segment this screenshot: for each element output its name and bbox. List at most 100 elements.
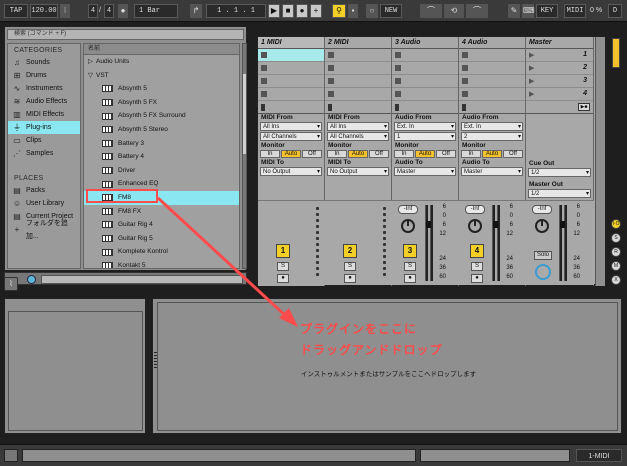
mixer-toggle-icon[interactable]: M: [611, 261, 621, 271]
stop-all-icon[interactable]: [395, 104, 399, 111]
clip-slot[interactable]: [459, 88, 525, 101]
input-channel-select[interactable]: All Channels: [327, 132, 389, 141]
volume-readout[interactable]: -Inf: [465, 205, 485, 214]
output-select[interactable]: No Output: [260, 167, 322, 176]
input-type-select[interactable]: Ext. In: [461, 122, 523, 131]
list-item[interactable]: Battery 4: [84, 150, 239, 164]
punch-out-icon[interactable]: ⌒: [466, 4, 488, 18]
output-select[interactable]: Master: [461, 167, 523, 176]
list-item[interactable]: Battery 3: [84, 137, 239, 151]
draw-mode-icon[interactable]: ✎: [508, 4, 520, 18]
monitor-in-button[interactable]: In: [394, 150, 414, 158]
crossfader-toggle-icon[interactable]: X: [611, 275, 621, 285]
category-drums[interactable]: ⊞ Drums: [8, 69, 80, 82]
arm-button[interactable]: ●: [344, 274, 356, 283]
name-column-header[interactable]: 名前: [84, 44, 239, 55]
clip-slot[interactable]: [258, 75, 324, 88]
sends-toggle-icon[interactable]: S: [611, 233, 621, 243]
play-icon[interactable]: ▶: [268, 4, 280, 18]
position-display[interactable]: 1 . 1 . 1: [206, 4, 266, 18]
overdub-icon[interactable]: +: [310, 4, 322, 18]
io-toggle-icon[interactable]: I·O: [611, 219, 621, 229]
stop-all-clips-icon[interactable]: ▶■: [578, 103, 590, 111]
meter-denominator[interactable]: 4: [104, 4, 114, 18]
quantize-select[interactable]: 1 Bar: [134, 4, 178, 18]
volume-fader[interactable]: [493, 221, 498, 228]
arm-button[interactable]: ●: [277, 274, 289, 283]
stop-all-icon[interactable]: [462, 104, 466, 111]
solo-button[interactable]: S: [471, 262, 483, 271]
monitor-auto-button[interactable]: Auto: [482, 150, 502, 158]
scene-launch[interactable]: ▶ 1: [526, 49, 593, 62]
clip-slot[interactable]: [258, 49, 324, 62]
clip-slot[interactable]: [325, 49, 391, 62]
show-hide-browser-icon[interactable]: ⌇: [4, 277, 18, 291]
category-clips[interactable]: ▭ Clips: [8, 134, 80, 147]
track-activator[interactable]: 2: [343, 244, 357, 258]
browser-search-input[interactable]: 検索 (コマンド + F): [7, 29, 244, 40]
volume-fader[interactable]: [560, 221, 565, 228]
cue-volume-knob[interactable]: [535, 264, 551, 280]
list-item[interactable]: ▽ VST: [84, 69, 239, 83]
automation-arm-icon[interactable]: ⚲: [332, 4, 346, 18]
status-toggle-icon[interactable]: [4, 449, 18, 462]
scroll-thumb[interactable]: [243, 74, 246, 154]
list-item[interactable]: Absynth 5 Stereo: [84, 123, 239, 137]
list-item[interactable]: FM8 FX: [84, 205, 239, 219]
place-user-library[interactable]: ☺ User Library: [8, 197, 80, 210]
tap-button[interactable]: TAP: [4, 4, 28, 18]
track-title[interactable]: 3 Audio: [392, 37, 458, 49]
track-activator[interactable]: 4: [470, 244, 484, 258]
input-type-select[interactable]: Ext. In: [394, 122, 456, 131]
list-item[interactable]: Absynth 5: [84, 82, 239, 96]
volume-fader[interactable]: [426, 221, 431, 228]
back-to-arrangement-icon[interactable]: ▪: [348, 4, 358, 18]
clip-slot[interactable]: [459, 49, 525, 62]
monitor-off-button[interactable]: Off: [302, 150, 322, 158]
clip-slot[interactable]: [325, 88, 391, 101]
solo-cue-button[interactable]: Solo: [534, 251, 552, 260]
clip-slot[interactable]: [392, 49, 458, 62]
place-add-folder[interactable]: + フォルダを追加...: [8, 220, 80, 240]
tempo-field[interactable]: 120.00: [30, 4, 58, 18]
volume-readout[interactable]: -Inf: [532, 205, 552, 214]
meter-numerator[interactable]: 4: [88, 4, 98, 18]
list-item[interactable]: Guitar Rig 4: [84, 218, 239, 232]
clip-slot[interactable]: [459, 62, 525, 75]
input-type-select[interactable]: All Ins: [327, 122, 389, 131]
track-activator[interactable]: 3: [403, 244, 417, 258]
input-type-select[interactable]: All Ins: [260, 122, 322, 131]
input-channel-select[interactable]: 2: [461, 132, 523, 141]
solo-button[interactable]: S: [404, 262, 416, 271]
list-item[interactable]: Absynth 5 FX Surround: [84, 109, 239, 123]
stop-all-icon[interactable]: [328, 104, 332, 111]
master-title[interactable]: Master: [526, 37, 593, 49]
loop-icon[interactable]: ⟲: [444, 4, 464, 18]
clip-slot[interactable]: [325, 62, 391, 75]
record-icon[interactable]: ●: [296, 4, 308, 18]
clip-slot[interactable]: [459, 75, 525, 88]
scene-launch[interactable]: ▶ 4: [526, 88, 593, 101]
stop-all-icon[interactable]: [261, 104, 265, 111]
category-midi-effects[interactable]: ▥ MIDI Effects: [8, 108, 80, 121]
input-channel-select[interactable]: All Channels: [260, 132, 322, 141]
monitor-auto-button[interactable]: Auto: [348, 150, 368, 158]
nudge-icon[interactable]: ⁝: [60, 4, 70, 18]
scene-launch[interactable]: ▶ 2: [526, 62, 593, 75]
category-sounds[interactable]: ♫ Sounds: [8, 56, 80, 69]
new-button[interactable]: NEW: [380, 4, 402, 18]
metronome-icon[interactable]: ●: [118, 4, 128, 18]
key-map-button[interactable]: KEY: [536, 4, 558, 18]
session-record-icon[interactable]: ○: [366, 4, 378, 18]
follow-icon[interactable]: ↱: [190, 4, 202, 18]
pan-knob[interactable]: [468, 219, 482, 233]
place-packs[interactable]: ▤ Packs: [8, 184, 80, 197]
list-item[interactable]: Guitar Rig 5: [84, 232, 239, 246]
session-scrollbar[interactable]: [595, 37, 605, 286]
list-item[interactable]: Absynth 5 FX: [84, 96, 239, 110]
list-item[interactable]: Driver: [84, 164, 239, 178]
pan-knob[interactable]: [535, 219, 549, 233]
scene-launch[interactable]: ▶ 3: [526, 75, 593, 88]
monitor-off-button[interactable]: Off: [369, 150, 389, 158]
category-samples[interactable]: ⋰ Samples: [8, 147, 80, 160]
